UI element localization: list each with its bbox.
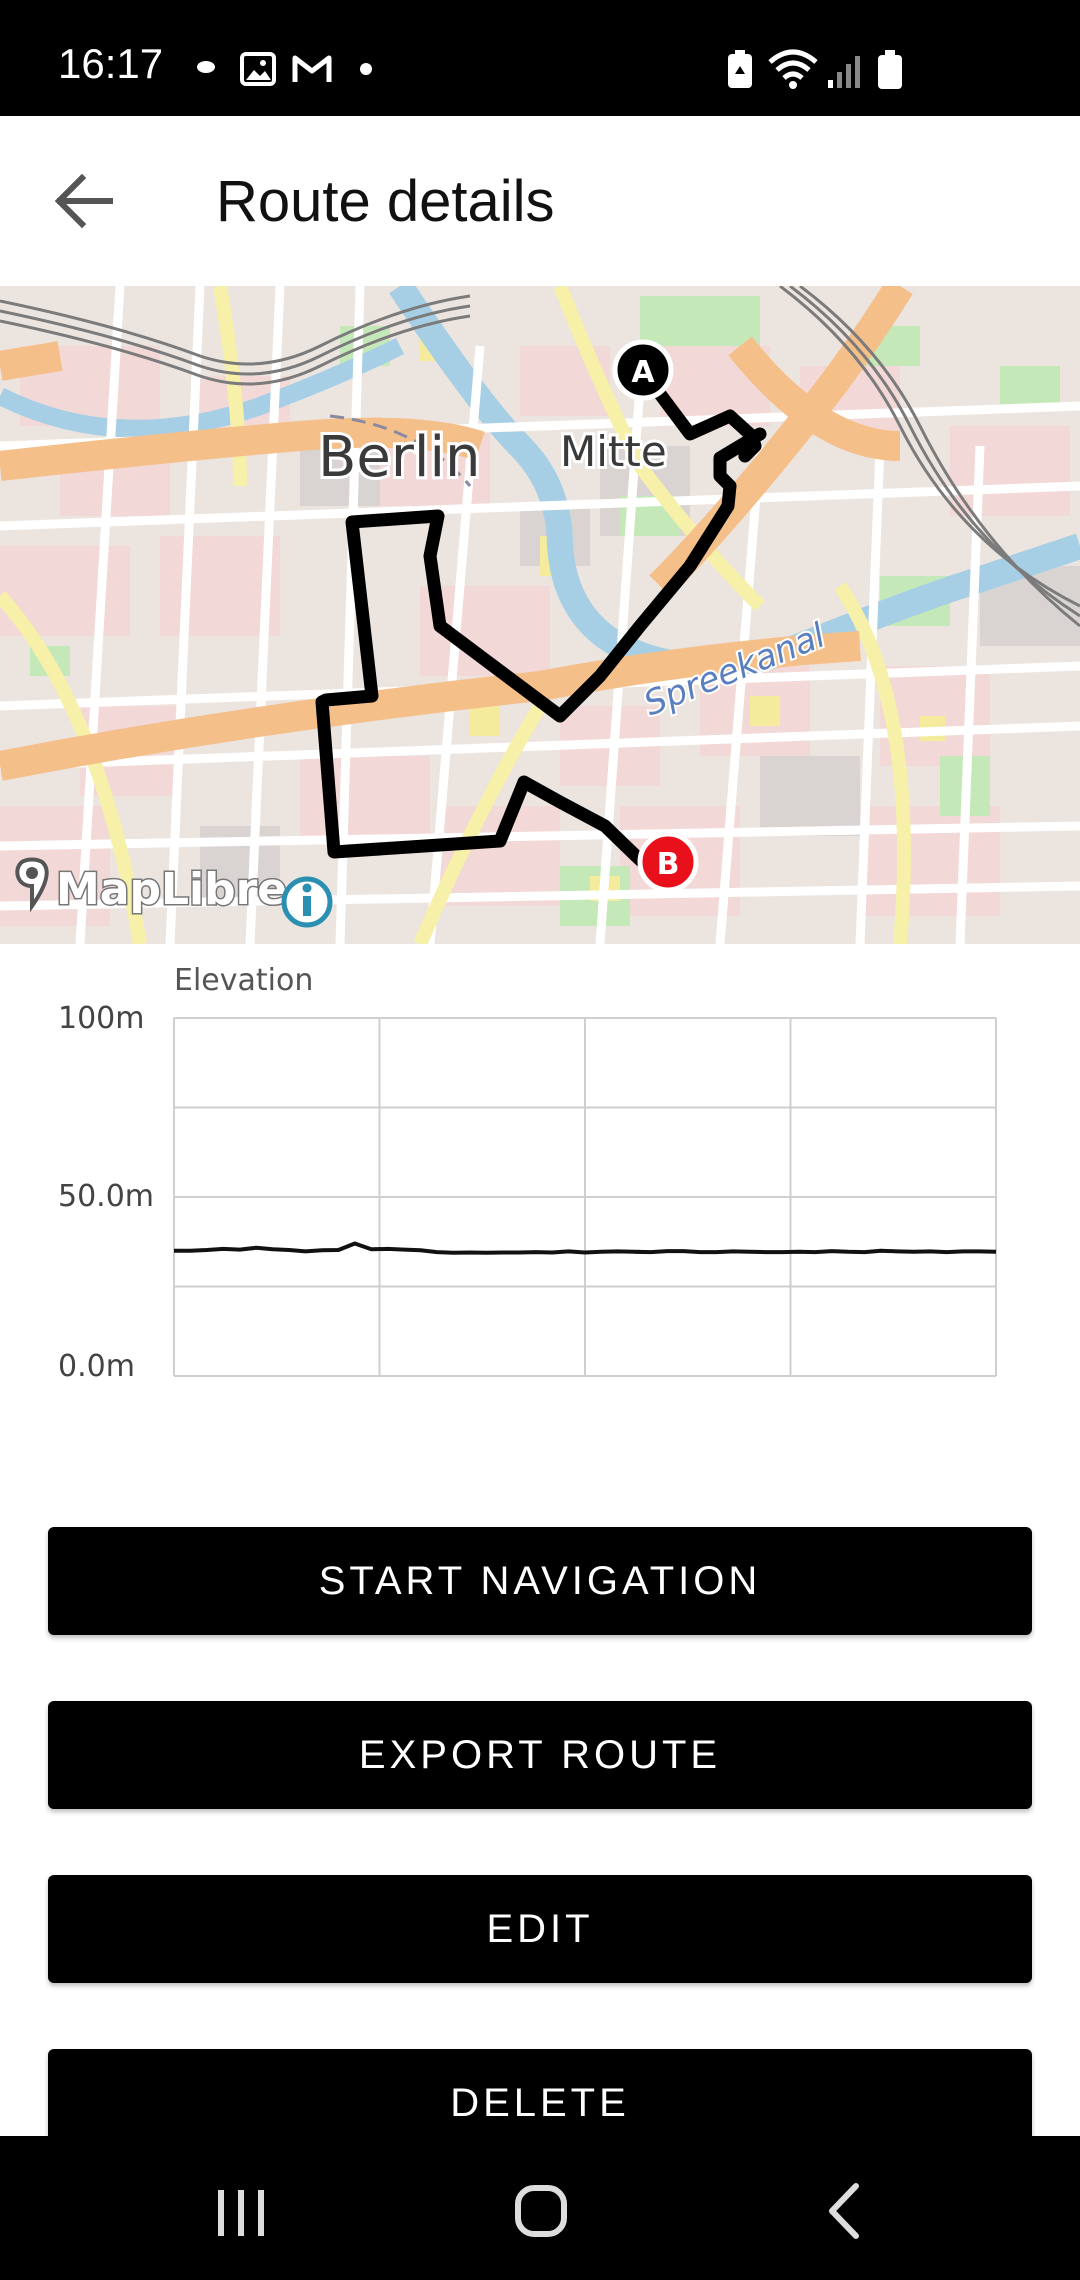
app-bar: Route details [0,116,1080,286]
cloud-icon [197,61,215,73]
attribution-info-icon[interactable] [281,876,333,928]
y-tick-100: 100m [58,1001,144,1036]
system-nav-bar [0,2136,1080,2280]
start-marker-label: A [631,355,655,390]
status-time: 16:17 [58,40,164,87]
gmail-icon [292,55,332,82]
y-tick-50: 50.0m [58,1179,154,1214]
start-marker[interactable]: A [612,339,674,401]
dot-icon [360,63,372,75]
battery-saver-icon [728,50,752,88]
export-route-button[interactable]: EXPORT ROUTE [48,1701,1032,1809]
elevation-chart: Elevation 100m 50.0m 0.0m [0,944,1080,1404]
route-map[interactable]: Berlin Mitte Spreekanal A B MapLibre [0,286,1080,944]
home-icon[interactable] [496,2176,586,2246]
maplibre-text: MapLibre [56,864,287,915]
status-bar: 16:17 [0,0,1080,116]
map-canvas: Berlin Mitte Spreekanal A B MapLibre [0,286,1080,944]
page-title: Route details [216,169,555,234]
elevation-grid [173,1017,997,1377]
battery-icon [878,50,902,89]
map-label-district: Mitte [560,427,667,476]
wifi-icon [768,49,818,89]
end-marker-label: B [657,847,680,882]
back-button[interactable] [48,166,118,236]
end-marker[interactable]: B [637,831,699,893]
image-icon [240,52,276,86]
signal-icon [828,56,860,88]
map-label-city: Berlin [318,425,481,490]
start-navigation-button[interactable]: START NAVIGATION [48,1527,1032,1635]
elevation-title: Elevation [174,963,313,998]
arrow-back-icon [54,173,113,229]
elevation-chart-svg: Elevation 100m 50.0m 0.0m [58,963,997,1384]
y-tick-0: 0.0m [58,1349,135,1384]
edit-button[interactable]: EDIT [48,1875,1032,1983]
maplibre-logo: MapLibre [15,857,289,917]
recent-apps-icon[interactable] [196,2176,286,2246]
nav-back-icon[interactable] [800,2176,890,2246]
